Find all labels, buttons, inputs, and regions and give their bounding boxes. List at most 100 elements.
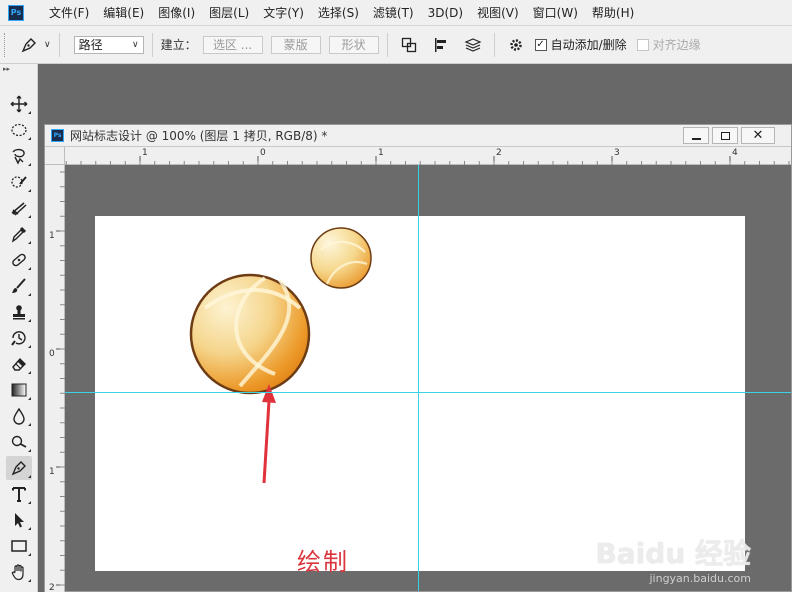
menu-file[interactable]: 文件(F)	[42, 0, 96, 26]
hand-tool[interactable]	[6, 560, 32, 584]
brush-icon	[12, 278, 26, 293]
crop-icon	[11, 202, 27, 216]
history-brush-tool[interactable]	[6, 326, 32, 350]
photoshop-document-icon: Ps	[51, 129, 64, 142]
menu-view[interactable]: 视图(V)	[470, 0, 526, 26]
maximize-button[interactable]	[712, 127, 738, 144]
close-button[interactable]: ✕	[741, 127, 775, 144]
toolbox: ▸▸	[0, 64, 38, 592]
ruler-origin[interactable]	[45, 147, 65, 165]
artwork	[189, 227, 372, 484]
document-window: Ps 网站标志设计 @ 100% (图层 1 拷贝, RGB/8) * ✕ 1 …	[44, 124, 792, 592]
path-arrangement-icon	[464, 37, 482, 52]
pen-mode-value: 路径	[78, 38, 103, 52]
menu-image[interactable]: 图像(I)	[151, 0, 202, 26]
chevron-down-icon: ∨	[132, 39, 139, 50]
rectangle-tool[interactable]	[6, 534, 32, 558]
close-icon: ✕	[752, 128, 764, 143]
eraser-icon	[12, 357, 26, 371]
marquee-tool[interactable]	[6, 118, 32, 142]
divider	[386, 32, 388, 57]
eraser-tool[interactable]	[6, 352, 32, 376]
lasso-icon	[12, 148, 25, 165]
ruler-ticks	[56, 171, 65, 586]
menu-filter[interactable]: 滤镜(T)	[366, 0, 421, 26]
make-shape-button[interactable]: 形状	[328, 35, 379, 54]
horizontal-ruler[interactable]: 1 0 1 2 3 4	[65, 147, 791, 165]
path-select-tool[interactable]	[6, 508, 32, 532]
menu-window[interactable]: 窗口(W)	[526, 0, 585, 26]
canvas[interactable]: 绘制	[95, 216, 745, 576]
stamp-icon	[13, 305, 25, 320]
checkmark-icon: ✓	[534, 38, 547, 51]
canvas-workarea[interactable]: 绘制 Baidu 经验 jingyan.baidu.com	[65, 165, 791, 591]
make-mask-button[interactable]: 蒙版	[270, 35, 321, 54]
large-logo-circle	[189, 273, 311, 395]
document-tab[interactable]: Ps 网站标志设计 @ 100% (图层 1 拷贝, RGB/8) * ✕	[45, 125, 791, 147]
menu-3d[interactable]: 3D(D)	[421, 0, 470, 26]
ruler-label: 1	[142, 148, 148, 158]
options-bar: ∨ 路径 ∨ 建立： 选区 ... 蒙版 形状 ✓ 自动添加/删除 对齐边缘	[0, 26, 792, 64]
healing-tool[interactable]	[6, 248, 32, 272]
dodge-tool[interactable]	[6, 430, 32, 454]
ruler-ticks	[65, 156, 790, 165]
divider	[151, 32, 153, 57]
blur-tool[interactable]	[6, 404, 32, 428]
menu-select[interactable]: 选择(S)	[311, 0, 366, 26]
rectangle-icon	[11, 540, 27, 552]
pen-icon	[21, 37, 36, 52]
vertical-ruler[interactable]: 1 0 1 2	[45, 165, 65, 592]
maximize-icon	[720, 131, 730, 140]
stamp-tool[interactable]	[6, 300, 32, 324]
auto-add-delete-checkbox[interactable]: ✓ 自动添加/删除	[534, 36, 627, 53]
settings-button[interactable]	[503, 32, 529, 58]
ruler-label: 1	[49, 231, 55, 241]
small-logo-circle	[310, 227, 372, 289]
tool-preset-picker[interactable]: ∨	[20, 36, 51, 54]
make-selection-button[interactable]: 选区 ...	[202, 35, 263, 54]
annotation-label: 绘制	[297, 548, 349, 576]
type-tool[interactable]	[6, 482, 32, 506]
path-operations-icon	[401, 37, 416, 52]
crop-tool[interactable]	[6, 196, 32, 220]
build-label: 建立：	[160, 38, 197, 52]
horizontal-guide[interactable]	[65, 392, 791, 393]
lasso-tool[interactable]	[6, 144, 32, 168]
options-bar-grip[interactable]	[4, 32, 10, 57]
menu-type[interactable]: 文字(Y)	[256, 0, 311, 26]
move-tool[interactable]	[6, 92, 32, 116]
brush-tool[interactable]	[6, 274, 32, 298]
collapse-toolbox-icon[interactable]: ▸▸	[0, 64, 37, 74]
path-alignment-button[interactable]	[428, 32, 454, 58]
path-select-icon	[15, 513, 24, 528]
minimize-button[interactable]	[683, 127, 709, 144]
move-icon	[10, 95, 28, 113]
marquee-icon	[11, 123, 27, 137]
healing-icon	[12, 253, 26, 267]
hand-icon	[11, 564, 24, 581]
vertical-guide[interactable]	[418, 165, 419, 591]
minimize-icon	[691, 137, 701, 140]
divider	[493, 32, 495, 57]
pen-tool[interactable]	[6, 456, 32, 480]
ruler-label: 4	[732, 148, 738, 158]
align-edges-checkbox[interactable]: 对齐边缘	[636, 36, 701, 53]
quick-select-tool[interactable]	[6, 170, 32, 194]
eyedropper-tool[interactable]	[6, 222, 32, 246]
pen-mode-select[interactable]: 路径 ∨	[73, 35, 144, 54]
menu-edit[interactable]: 编辑(E)	[96, 0, 151, 26]
menu-layer[interactable]: 图层(L)	[202, 0, 256, 26]
photoshop-logo-icon: Ps	[8, 4, 24, 21]
path-operations-button[interactable]	[396, 32, 422, 58]
path-arrangement-button[interactable]	[460, 32, 486, 58]
menu-help[interactable]: 帮助(H)	[585, 0, 641, 26]
blur-icon	[13, 407, 25, 425]
gear-icon	[509, 38, 522, 51]
ruler-label: 3	[614, 148, 620, 158]
auto-add-delete-label: 自动添加/删除	[550, 38, 627, 52]
ruler-label: 0	[260, 148, 266, 158]
align-edges-label: 对齐边缘	[652, 38, 701, 52]
ruler-label: 1	[49, 467, 55, 477]
gradient-tool[interactable]	[6, 378, 32, 402]
ruler-label: 0	[49, 349, 55, 359]
